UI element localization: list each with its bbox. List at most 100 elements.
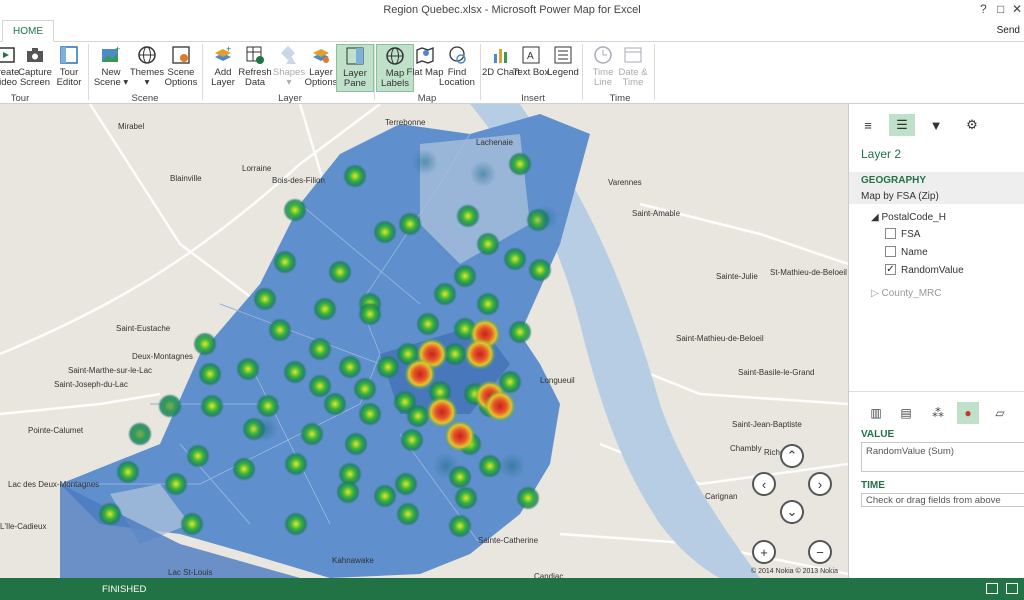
heat-blob-faint	[157, 393, 183, 419]
group-label-insert: Insert	[521, 93, 545, 104]
tree-root-postalcode[interactable]: ◢ PostalCode_H	[871, 212, 946, 223]
new-scene-icon: +	[102, 44, 120, 62]
heat-blob	[193, 332, 217, 356]
heat-blob-faint	[412, 149, 438, 175]
scene-options-button[interactable]: Scene Options	[162, 44, 200, 88]
heat-blob	[343, 164, 367, 188]
heat-blob	[283, 360, 307, 384]
heat-blob	[284, 452, 308, 476]
tab-home[interactable]: HOME	[2, 20, 54, 42]
heat-blob	[186, 444, 210, 468]
ribbon-tab-row: HOME Send	[0, 20, 1024, 42]
place-label: Kahnawake	[332, 556, 374, 565]
field-list-tab[interactable]: ☰	[889, 114, 915, 136]
stacked-column-button[interactable]: ▥	[865, 402, 887, 424]
pan-up-button[interactable]: ⌃	[780, 444, 804, 468]
themes-icon	[138, 46, 156, 64]
send-button[interactable]: Send	[997, 25, 1020, 36]
heat-blob	[456, 204, 480, 228]
value-heading: VALUE	[861, 429, 895, 440]
legend-button[interactable]: Legend	[544, 44, 582, 78]
place-label: Lac St-Louis	[168, 568, 213, 577]
field-label-name: Name	[901, 247, 928, 258]
zoom-out-button[interactable]: −	[808, 540, 832, 564]
heat-blob	[476, 232, 500, 256]
value-field-well[interactable]: RandomValue (Sum)	[861, 442, 1024, 472]
place-label: St-Mathieu-de-Beloeil	[770, 268, 847, 277]
svg-text:+: +	[226, 44, 231, 54]
zoom-in-button[interactable]: +	[752, 540, 776, 564]
pan-left-button[interactable]: ‹	[752, 472, 776, 496]
layer-options-icon	[313, 49, 329, 63]
place-label: Lorraine	[242, 164, 272, 173]
place-label: Deux-Montagnes	[132, 352, 193, 361]
region-button[interactable]: ▱	[989, 402, 1011, 424]
tour-editor-button[interactable]: Tour Editor	[50, 44, 88, 88]
close-button[interactable]: ✕	[1012, 2, 1022, 16]
checkbox-name[interactable]	[885, 246, 896, 257]
flat-map-icon	[416, 47, 434, 64]
heat-map-button[interactable]: ●	[957, 402, 979, 424]
heat-blob	[256, 394, 280, 418]
heat-blob	[198, 362, 222, 386]
settings-tab[interactable]: ⚙	[959, 114, 985, 136]
themes-button[interactable]: Themes ▾	[128, 44, 166, 88]
expand-triangle-icon: ◢	[871, 212, 879, 223]
filter-icon: ▼	[929, 117, 943, 133]
find-location-button[interactable]: Find Location	[438, 44, 476, 88]
heat-blob-faint	[499, 453, 525, 479]
heat-blob	[98, 502, 122, 526]
region-icon: ▱	[995, 406, 1005, 420]
pan-down-button[interactable]: ⌄	[780, 500, 804, 524]
shapes-icon	[280, 45, 296, 64]
layers-tab[interactable]: ≡	[855, 114, 881, 136]
map-labels-icon	[386, 47, 404, 65]
refresh-data-button[interactable]: Refresh Data	[236, 44, 274, 88]
place-label: Blainville	[170, 174, 202, 183]
tour-editor-icon	[60, 46, 78, 64]
time-field-well[interactable]: Check or drag fields from above	[861, 493, 1024, 507]
bubble-button[interactable]: ⁂	[927, 402, 949, 424]
add-layer-icon: +	[215, 44, 231, 61]
tree-item-county[interactable]: ▷ County_MRC	[871, 288, 942, 299]
place-label: Lac des Deux-Montagnes	[8, 480, 100, 489]
filter-tab[interactable]: ▼	[923, 114, 949, 136]
map-canvas[interactable]: Terrebonne Lachenaie Mirabel Lorraine Blainv…	[0, 104, 848, 578]
checkbox-randomvalue[interactable]: ✓	[885, 264, 896, 275]
heat-blob	[373, 484, 397, 508]
bubble-icon: ⁂	[932, 406, 944, 420]
layer-pane-icon	[346, 47, 364, 65]
checkbox-fsa[interactable]	[885, 228, 896, 239]
heat-map-icon: ●	[964, 406, 972, 420]
legend-icon	[554, 46, 572, 64]
layer-pane-button[interactable]: Layer Pane	[336, 44, 374, 92]
layer-options-button[interactable]: Layer Options	[302, 44, 340, 88]
pan-right-button[interactable]: ›	[808, 472, 832, 496]
heat-blob	[448, 514, 472, 538]
heat-blob-faint	[127, 421, 153, 447]
place-label: Sainte-Catherine	[478, 536, 539, 545]
new-scene-button[interactable]: + New Scene ▾	[92, 44, 130, 88]
restore-button[interactable]: □	[997, 2, 1004, 16]
heat-blob	[328, 260, 352, 284]
place-label: Saint-Eustache	[116, 324, 171, 333]
scene-options-icon	[172, 46, 190, 64]
snapshot-icon[interactable]	[986, 583, 998, 594]
capture-screen-button[interactable]: Capture Screen	[16, 44, 54, 88]
place-label: Terrebonne	[385, 118, 426, 127]
window-title: Region Quebec.xlsx - Microsoft Power Map…	[383, 4, 641, 16]
field-label-fsa: FSA	[901, 229, 921, 240]
place-label: Mirabel	[118, 122, 145, 131]
map-copyright: © 2014 Nokia © 2013 Nokia	[751, 568, 838, 575]
heat-blob	[344, 432, 368, 456]
heat-blob	[394, 472, 418, 496]
help-button[interactable]: ?	[980, 2, 987, 16]
clustered-column-button[interactable]: ▤	[895, 402, 917, 424]
date-time-button[interactable]: Date & Time	[614, 44, 652, 88]
layers-icon: ≡	[864, 117, 872, 133]
heat-blob	[353, 377, 377, 401]
heat-blob	[406, 404, 430, 428]
geography-mapping: Map by FSA (Zip)	[861, 191, 939, 202]
place-label: Bois-des-Filion	[272, 176, 325, 185]
fullscreen-icon[interactable]	[1006, 583, 1018, 594]
